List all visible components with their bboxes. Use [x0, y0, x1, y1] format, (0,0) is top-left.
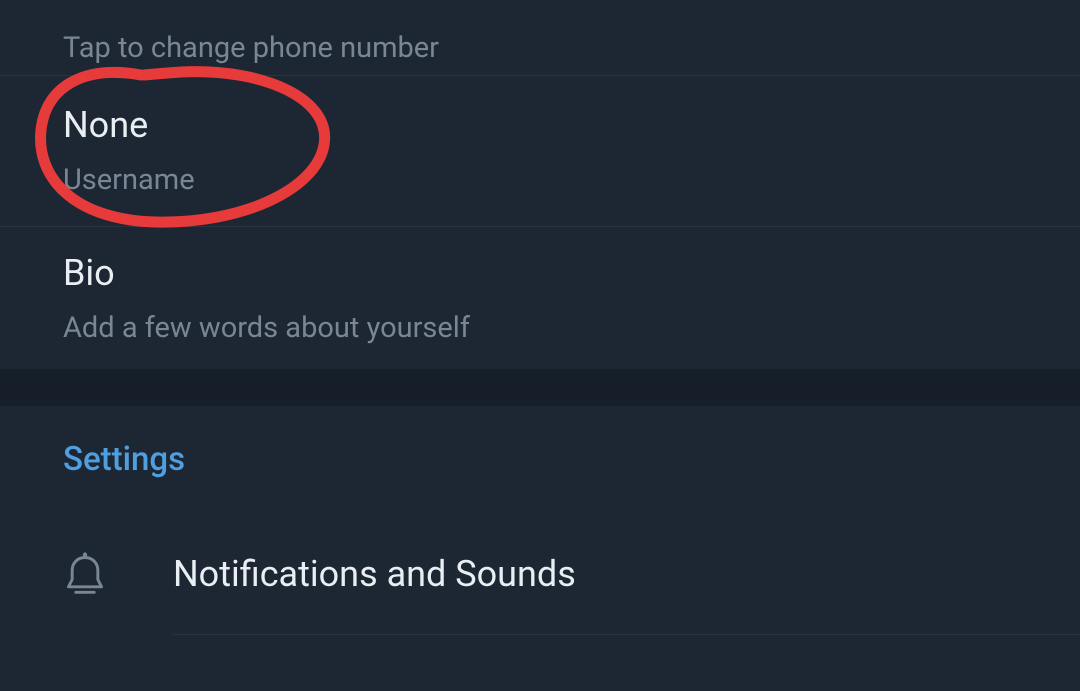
phone-row[interactable]: Tap to change phone number: [0, 0, 1080, 76]
section-divider: [0, 369, 1080, 406]
bio-hint: Add a few words about yourself: [63, 311, 1080, 345]
notifications-row[interactable]: Notifications and Sounds: [0, 513, 1080, 635]
bio-label: Bio: [63, 252, 1080, 295]
bell-icon: [63, 549, 173, 599]
username-label: Username: [63, 163, 1080, 197]
username-value: None: [63, 104, 1080, 147]
bio-row[interactable]: Bio Add a few words about yourself: [0, 227, 1080, 369]
settings-title: Settings: [63, 440, 185, 479]
username-row[interactable]: None Username: [0, 76, 1080, 227]
phone-hint: Tap to change phone number: [63, 12, 1080, 63]
settings-header: Settings: [0, 406, 1080, 513]
notifications-label: Notifications and Sounds: [173, 553, 576, 595]
